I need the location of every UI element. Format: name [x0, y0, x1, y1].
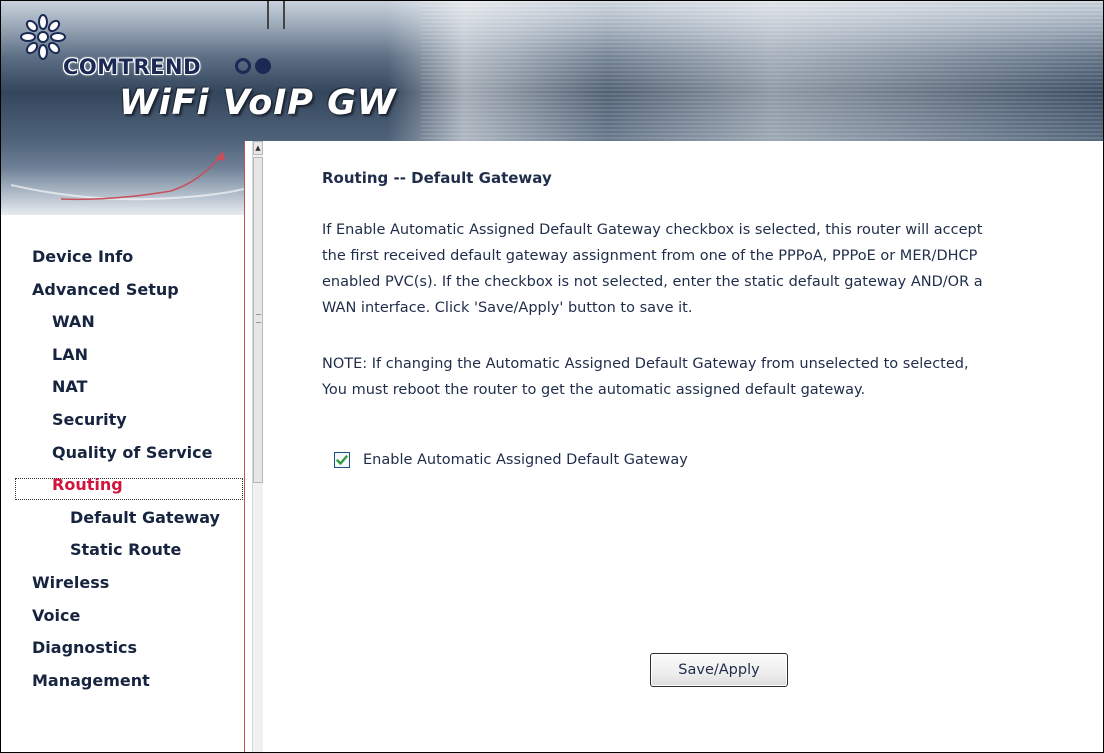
brand-ring-icon — [235, 58, 251, 74]
description-line: the first received default gateway assig… — [322, 248, 978, 264]
brand-dot-icon — [255, 58, 271, 74]
nav-item-default-gateway[interactable]: Default Gateway — [70, 508, 220, 527]
main-content: Routing -- Default Gateway If Enable Aut… — [264, 141, 1103, 752]
checkmark-icon — [336, 455, 348, 465]
brand-wordmark: COMTREND — [63, 55, 202, 79]
nav-item-advanced-setup[interactable]: Advanced Setup — [32, 280, 179, 299]
nav-item-wan[interactable]: WAN — [52, 312, 95, 331]
nav-item-device-info[interactable]: Device Info — [32, 247, 133, 266]
nav-item-nat[interactable]: NAT — [52, 377, 87, 396]
swoosh-icon — [10, 151, 244, 201]
comtrend-star-logo-icon — [20, 14, 66, 60]
nav-focus-outline — [15, 478, 243, 500]
scroll-thumb[interactable] — [253, 157, 263, 483]
description-line: enabled PVC(s). If the checkbox is not s… — [322, 274, 983, 290]
auto-gateway-label[interactable]: Enable Automatic Assigned Default Gatewa… — [363, 452, 688, 468]
nav-item-wireless[interactable]: Wireless — [32, 573, 109, 592]
sidebar: Device Info Advanced Setup WAN LAN NAT Securi… — [1, 141, 245, 752]
note-line: NOTE: If changing the Automatic Assigned… — [322, 356, 969, 372]
header-banner: COMTREND WiFi VoIP GW — [1, 1, 1103, 141]
auto-gateway-checkbox[interactable] — [334, 452, 350, 468]
auto-gateway-row: Enable Automatic Assigned Default Gatewa… — [334, 450, 688, 470]
nav-item-lan[interactable]: LAN — [52, 345, 88, 364]
description-line: WAN interface. Click 'Save/Apply' button… — [322, 300, 693, 316]
nav-item-quality-of-service[interactable]: Quality of Service — [52, 443, 212, 462]
description-line: If Enable Automatic Assigned Default Gat… — [322, 222, 983, 238]
sidebar-scrollbar[interactable]: ▲ — [252, 141, 263, 752]
header-bars — [267, 1, 285, 29]
description: If Enable Automatic Assigned Default Gat… — [322, 217, 1092, 321]
nav-item-management[interactable]: Management — [32, 671, 150, 690]
note: NOTE: If changing the Automatic Assigned… — [322, 351, 1092, 403]
product-title: WiFi VoIP GW — [119, 83, 397, 123]
nav-item-security[interactable]: Security — [52, 410, 127, 429]
nav-item-diagnostics[interactable]: Diagnostics — [32, 638, 137, 657]
save-apply-button[interactable]: Save/Apply — [650, 653, 788, 687]
nav-item-static-route[interactable]: Static Route — [70, 540, 181, 559]
scroll-grip-icon — [256, 314, 261, 323]
nav-item-routing[interactable]: Routing — [52, 475, 123, 494]
scroll-up-arrow-icon[interactable]: ▲ — [253, 141, 263, 155]
page-title: Routing -- Default Gateway — [322, 169, 552, 187]
nav-item-voice[interactable]: Voice — [32, 606, 80, 625]
sidebar-swoosh-graphic — [1, 141, 244, 215]
note-line: You must reboot the router to get the au… — [322, 382, 866, 398]
